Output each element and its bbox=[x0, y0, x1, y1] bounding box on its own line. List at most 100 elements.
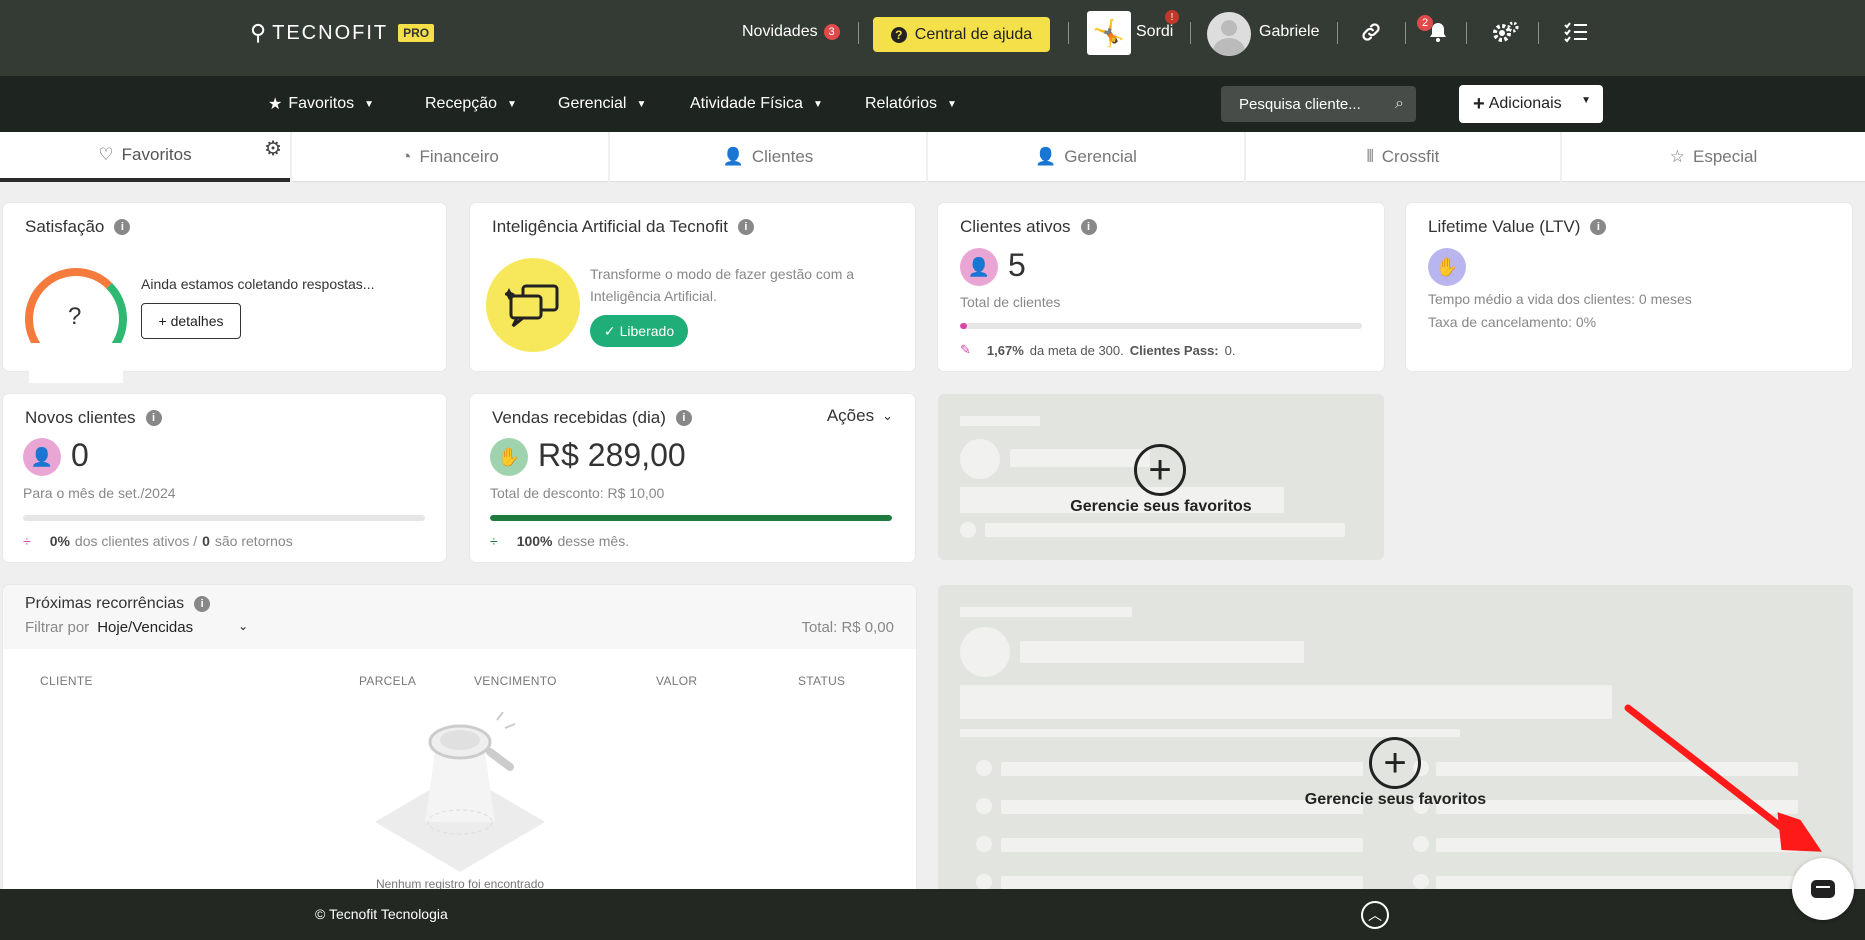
satisfaction-card: Satisfação i ? Ainda estamos coletando r… bbox=[3, 203, 446, 383]
pro-badge: PRO bbox=[398, 24, 435, 42]
nav-atividade-fisica[interactable]: Atividade Física ▼ bbox=[690, 76, 823, 132]
unit-name: Sordi bbox=[1136, 23, 1174, 40]
news-link[interactable]: Novidades 3 bbox=[742, 0, 840, 64]
nav-gerencial[interactable]: Gerencial ▼ bbox=[558, 76, 646, 132]
info-icon[interactable]: i bbox=[145, 410, 162, 426]
sales-pct: 100% bbox=[516, 533, 553, 549]
star-outline-icon: ☆ bbox=[1669, 146, 1685, 166]
ai-chat-icon bbox=[486, 258, 580, 352]
user-menu[interactable]: Gabriele bbox=[1259, 0, 1319, 64]
goal-progress-bar bbox=[960, 323, 1362, 329]
gear-icon[interactable]: ⚙ bbox=[264, 136, 282, 161]
nav-favoritos[interactable]: ★ Favoritos ▼ bbox=[268, 76, 374, 132]
card-title: Lifetime Value (LTV) i bbox=[1428, 217, 1607, 237]
tecnofit-logo[interactable]: ⚲ TECNOFIT PRO bbox=[250, 20, 435, 46]
unit-avatar[interactable]: 🤸 bbox=[1087, 11, 1131, 55]
skeleton-circle bbox=[976, 836, 992, 852]
actions-label: Ações bbox=[826, 406, 875, 425]
chevron-down-icon: ▼ bbox=[636, 98, 647, 110]
nav-recepcao[interactable]: Recepção ▼ bbox=[425, 76, 517, 132]
new-clients-progress-bar bbox=[23, 515, 425, 521]
goal-text: da meta de 300. bbox=[1029, 342, 1124, 358]
info-icon[interactable]: i bbox=[194, 596, 211, 612]
info-icon[interactable]: i bbox=[1080, 219, 1097, 235]
skeleton-line bbox=[1001, 876, 1363, 889]
details-button[interactable]: + detalhes bbox=[141, 303, 241, 339]
hand-money-icon: ✋ bbox=[1428, 248, 1466, 286]
nav-label: Recepção bbox=[425, 95, 498, 112]
info-icon[interactable]: i bbox=[737, 219, 754, 235]
chat-button[interactable] bbox=[1792, 858, 1854, 920]
tab-especial[interactable]: ☆ Especial bbox=[1562, 132, 1865, 182]
additional-button[interactable]: + Adicionais ▼ bbox=[1459, 85, 1603, 123]
actions-dropdown[interactable]: Ações ⌄ bbox=[827, 406, 893, 426]
star-icon: ★ bbox=[268, 96, 283, 113]
tab-label: Favoritos bbox=[121, 145, 192, 164]
sales-discount: Total de desconto: R$ 10,00 bbox=[490, 485, 665, 501]
card-title: Novos clientes i bbox=[25, 408, 162, 428]
client-search-input[interactable]: Pesquisa cliente... ⌕ bbox=[1221, 86, 1416, 122]
chevron-down-icon: ▼ bbox=[364, 98, 375, 110]
satisfaction-message: Ainda estamos coletando respostas... bbox=[141, 276, 375, 292]
card-title-text: Próximas recorrências bbox=[25, 595, 185, 612]
user-icon: 👤 bbox=[722, 146, 744, 166]
top-bar: ⚲ TECNOFIT PRO Novidades 3 ? Central de … bbox=[0, 0, 1865, 76]
skeleton-line bbox=[960, 729, 1460, 737]
add-favorite-icon[interactable]: + bbox=[1369, 737, 1421, 789]
tab-label: Financeiro bbox=[419, 146, 499, 166]
nav-label: Gerencial bbox=[558, 95, 627, 112]
divide-icon: ÷ bbox=[490, 533, 498, 549]
search-placeholder: Pesquisa cliente... bbox=[1239, 95, 1361, 113]
user-avatar[interactable] bbox=[1207, 12, 1251, 56]
unit-selector[interactable]: Sordi bbox=[1136, 0, 1173, 64]
chevron-down-icon: ⌄ bbox=[882, 408, 893, 423]
skeleton-circle bbox=[1413, 874, 1429, 889]
nav-label: Relatórios bbox=[865, 95, 938, 112]
info-icon[interactable]: i bbox=[675, 410, 692, 426]
divider bbox=[1538, 22, 1539, 44]
settings-gears-icon[interactable] bbox=[1492, 0, 1520, 64]
column-header[interactable]: VALOR bbox=[656, 674, 697, 688]
notifications-bell-icon[interactable] bbox=[1428, 0, 1448, 64]
skeleton-line bbox=[1001, 762, 1363, 776]
tab-gerencial[interactable]: 👤 Gerencial bbox=[928, 132, 1244, 182]
filter-select[interactable]: Hoje/Vencidas ⌄ bbox=[97, 619, 248, 636]
released-badge[interactable]: ✓ Liberado bbox=[590, 315, 688, 347]
tab-crossfit[interactable]: ⫴ Crossfit bbox=[1246, 132, 1560, 182]
pass-value: 0. bbox=[1224, 342, 1236, 358]
scroll-top-icon[interactable]: ︿ bbox=[1361, 901, 1389, 929]
skeleton-line bbox=[1436, 876, 1798, 889]
ai-card: Inteligência Artificial da Tecnofit i Tr… bbox=[470, 203, 915, 371]
filter-value: Hoje/Vencidas bbox=[97, 619, 194, 636]
column-header[interactable]: STATUS bbox=[798, 674, 845, 688]
new-clients-stats: ÷ 0% dos clientes ativos / 0 são retorno… bbox=[23, 533, 293, 549]
caret-down-icon: ▼ bbox=[1581, 95, 1591, 106]
tasks-checklist-icon[interactable] bbox=[1564, 0, 1588, 64]
favorite-slot-placeholder[interactable]: + Gerencie seus favoritos bbox=[938, 585, 1853, 890]
skeleton-circle bbox=[960, 522, 976, 538]
nav-relatorios[interactable]: Relatórios ▼ bbox=[865, 76, 957, 132]
divider bbox=[1466, 22, 1467, 44]
question-icon: ? bbox=[890, 26, 907, 43]
card-title-text: Satisfação bbox=[25, 217, 105, 236]
column-header[interactable]: VENCIMENTO bbox=[474, 674, 557, 688]
tab-financeiro[interactable]: ◔ Financeiro bbox=[292, 132, 608, 182]
info-icon[interactable]: i bbox=[114, 219, 131, 235]
tab-favoritos[interactable]: ♡ Favoritos ⚙ bbox=[0, 132, 290, 182]
empty-state-illustration bbox=[365, 711, 555, 882]
tab-label: Crossfit bbox=[1381, 146, 1440, 166]
new-clients-value: 0 bbox=[71, 437, 89, 473]
chevron-down-icon: ▼ bbox=[947, 98, 957, 110]
column-header[interactable]: PARCELA bbox=[359, 674, 416, 688]
add-favorite-icon[interactable]: + bbox=[1134, 444, 1186, 496]
column-header[interactable]: CLIENTE bbox=[40, 674, 93, 688]
ltv-card: Lifetime Value (LTV) i ✋ Tempo médio a v… bbox=[1406, 203, 1852, 371]
dumbbell-icon: ⫴ bbox=[1366, 146, 1374, 166]
active-clients-value: 5 bbox=[1008, 247, 1026, 283]
info-icon[interactable]: i bbox=[1590, 219, 1607, 235]
tab-clientes[interactable]: 👤 Clientes bbox=[610, 132, 926, 182]
nav-label: Favoritos bbox=[288, 95, 355, 112]
link-icon[interactable] bbox=[1360, 0, 1382, 64]
favorite-slot-placeholder[interactable]: + Gerencie seus favoritos bbox=[938, 394, 1384, 560]
help-center-button[interactable]: ? Central de ajuda bbox=[873, 17, 1050, 52]
